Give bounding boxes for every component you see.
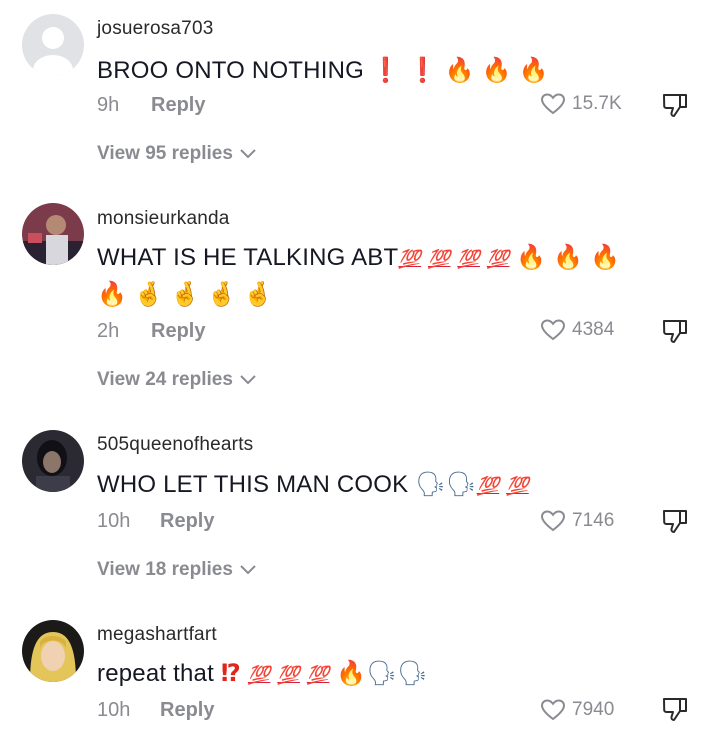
crossed-fingers-emoji: 🤞: [206, 280, 237, 308]
heart-outline-icon: [540, 510, 566, 532]
dislike-button[interactable]: [660, 694, 690, 724]
view-replies-button[interactable]: View 95 replies: [97, 143, 257, 165]
hundred-emoji: 💯: [398, 249, 421, 270]
timestamp: 10h: [97, 699, 131, 721]
comment-text: repeat that ⁉ 💯 💯 💯 🔥🗣🗣: [97, 659, 428, 687]
reply-button[interactable]: Reply: [151, 94, 205, 117]
dislike-button[interactable]: [660, 90, 690, 120]
avatar-505queenofhearts[interactable]: [22, 430, 84, 492]
speaking-head-emoji: 🗣: [397, 659, 428, 687]
interrobang-emoji: ⁉: [220, 659, 241, 687]
heart-outline-icon: [540, 93, 566, 115]
exclamation-emoji: ❗: [370, 56, 401, 84]
fire-emoji: 🔥: [97, 280, 127, 308]
hundred-emoji: 💯: [476, 476, 500, 497]
view-replies-button[interactable]: View 18 replies: [97, 559, 257, 581]
thumbs-down-icon: [663, 320, 687, 343]
crossed-fingers-emoji: 🤞: [170, 280, 201, 308]
view-replies-button[interactable]: View 24 replies: [97, 369, 257, 391]
crossed-fingers-emoji: 🤞: [243, 280, 274, 308]
fire-emoji: 🔥: [481, 56, 512, 84]
thumbs-down-icon: [663, 94, 687, 117]
speaking-head-emoji: 🗣: [366, 659, 398, 687]
username[interactable]: megashartfart: [97, 624, 217, 646]
like-count: 7146: [572, 510, 615, 531]
fire-emoji: 🔥: [518, 56, 549, 84]
hundred-emoji: 💯: [457, 249, 480, 270]
comment-text-line2: 🔥 🤞 🤞 🤞 🤞: [97, 280, 273, 309]
username[interactable]: 505queenofhearts: [97, 434, 253, 456]
hundred-emoji: 💯: [506, 476, 529, 497]
speaking-head-emoji: 🗣: [415, 470, 446, 498]
like-count: 7940: [572, 699, 615, 720]
avatar-monsieurkanda[interactable]: [22, 203, 84, 265]
exclamation-emoji: ❗: [407, 56, 438, 84]
fire-emoji: 🔥: [444, 56, 475, 84]
heart-outline-icon: [540, 699, 566, 721]
avatar-default[interactable]: [22, 14, 84, 76]
chevron-down-icon: [240, 149, 256, 159]
hundred-emoji: 💯: [306, 665, 330, 686]
speaking-head-emoji: 🗣: [445, 470, 477, 498]
fire-emoji: 🔥: [553, 243, 584, 271]
crossed-fingers-emoji: 🤞: [133, 280, 164, 308]
username[interactable]: monsieurkanda: [97, 208, 230, 230]
fire-emoji: 🔥: [516, 243, 547, 271]
avatar-megashartfart[interactable]: [22, 620, 84, 682]
like-button[interactable]: 7146: [540, 509, 614, 533]
fire-emoji: 🔥: [590, 243, 621, 271]
like-count: 15.7K: [572, 93, 622, 114]
comment-text: BROO ONTO NOTHING ❗ ❗ 🔥 🔥 🔥: [97, 56, 549, 84]
hundred-emoji: 💯: [247, 665, 271, 686]
like-button[interactable]: 4384: [540, 318, 614, 342]
hundred-emoji: 💯: [277, 665, 300, 686]
comment-text: WHAT IS HE TALKING ABT💯 💯 💯 💯 🔥 🔥 🔥: [97, 243, 621, 271]
reply-button[interactable]: Reply: [160, 510, 214, 533]
like-button[interactable]: 7940: [540, 698, 614, 722]
hundred-emoji: 💯: [427, 249, 451, 270]
hundred-emoji: 💯: [486, 249, 510, 270]
thumbs-down-icon: [663, 698, 687, 721]
comment-text: WHO LET THIS MAN COOK 🗣🗣💯 💯: [97, 470, 529, 498]
heart-outline-icon: [540, 319, 566, 341]
thumbs-down-icon: [663, 510, 687, 533]
reply-button[interactable]: Reply: [151, 320, 205, 343]
timestamp: 9h: [97, 94, 120, 116]
fire-emoji: 🔥: [336, 659, 367, 687]
dislike-button[interactable]: [660, 506, 690, 536]
timestamp: 2h: [97, 320, 120, 342]
username[interactable]: josuerosa703: [97, 18, 213, 40]
like-button[interactable]: 15.7K: [540, 92, 622, 116]
reply-button[interactable]: Reply: [160, 699, 214, 722]
like-count: 4384: [572, 319, 615, 340]
chevron-down-icon: [240, 375, 256, 385]
dislike-button[interactable]: [660, 316, 690, 346]
timestamp: 10h: [97, 510, 131, 532]
chevron-down-icon: [240, 565, 256, 575]
